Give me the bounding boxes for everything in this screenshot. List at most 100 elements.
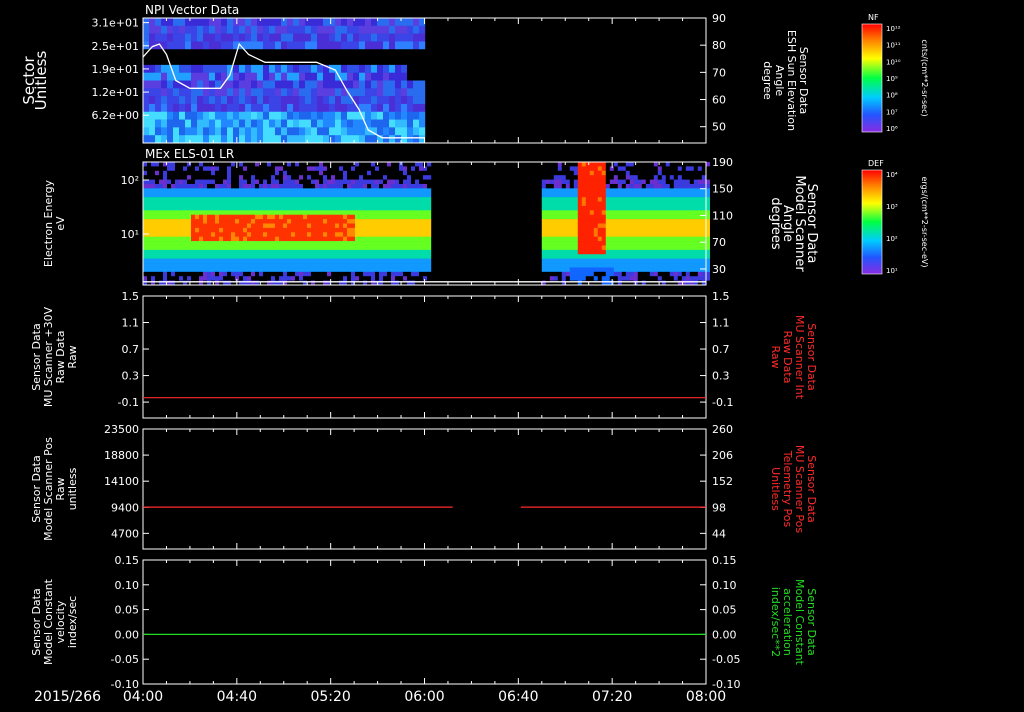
heatmap-cell xyxy=(211,276,216,281)
heatmap-cell xyxy=(245,111,252,120)
heatmap-cell xyxy=(585,179,590,185)
heatmap-cell xyxy=(561,205,566,211)
heatmap-cell xyxy=(697,223,702,229)
heatmap-cell xyxy=(299,183,304,189)
heatmap-cell xyxy=(271,236,276,242)
heatmap-cell xyxy=(331,271,336,277)
date-label: 2015/266 xyxy=(34,689,101,705)
heatmap-cell xyxy=(275,33,282,42)
heatmap-cell xyxy=(281,127,288,136)
heatmap-cell xyxy=(427,223,432,229)
heatmap-cell xyxy=(251,276,256,281)
heatmap-cell xyxy=(323,267,328,273)
heatmap-cell xyxy=(167,18,174,27)
heatmap-cell xyxy=(363,263,368,268)
heatmap-cell xyxy=(637,219,642,224)
heatmap-cell xyxy=(601,227,606,233)
heatmap-cell xyxy=(339,263,344,268)
heatmap-cell xyxy=(557,236,562,242)
heatmap-cell xyxy=(565,183,570,189)
heatmap-cell xyxy=(601,276,606,281)
heatmap-cell xyxy=(199,205,204,211)
heatmap-cell xyxy=(187,271,192,277)
heatmap-cell xyxy=(299,236,304,242)
heatmap-cell xyxy=(271,241,276,246)
heatmap-cell xyxy=(235,254,240,259)
heatmap-cell xyxy=(685,219,690,224)
heatmap-cell xyxy=(391,179,396,185)
heatmap-cell xyxy=(593,263,598,268)
heatmap-cell xyxy=(295,219,300,224)
heatmap-cell xyxy=(311,162,316,167)
heatmap-cell xyxy=(327,263,332,268)
heatmap-cell xyxy=(247,201,252,207)
heatmap-cell xyxy=(377,103,384,113)
heatmap-cell xyxy=(315,241,320,246)
heatmap-cell xyxy=(315,183,320,189)
heatmap-cell xyxy=(371,254,376,259)
heatmap-cell xyxy=(163,188,168,194)
heatmap-cell xyxy=(143,214,148,220)
heatmap-cell xyxy=(673,166,678,172)
heatmap-cell xyxy=(557,170,562,176)
heatmap-cell xyxy=(221,80,228,89)
heatmap-cell xyxy=(645,227,650,233)
heatmap-cell xyxy=(649,236,654,242)
heatmap-cell xyxy=(383,179,388,185)
heatmap-cell xyxy=(665,223,670,229)
heatmap-cell xyxy=(621,219,626,224)
heatmap-cell xyxy=(415,170,420,176)
heatmap-cell xyxy=(271,254,276,259)
heatmap-cell xyxy=(173,25,180,34)
heatmap-cell xyxy=(383,33,390,42)
heatmap-cell xyxy=(219,232,224,237)
heatmap-cell xyxy=(697,232,702,237)
heatmap-cell xyxy=(365,57,372,66)
heatmap-cell xyxy=(147,210,152,216)
heatmap-cell xyxy=(155,103,162,113)
heatmap-cell xyxy=(311,96,318,105)
heatmap-cell xyxy=(263,271,268,277)
heatmap-cell xyxy=(167,175,172,180)
heatmap-cell xyxy=(263,88,270,97)
heatmap-cell xyxy=(227,254,232,259)
heatmap-cell xyxy=(557,258,562,264)
heatmap-cell xyxy=(155,162,160,167)
heatmap-cell xyxy=(223,241,228,246)
heatmap-cell xyxy=(411,245,416,251)
heatmap-cell xyxy=(413,88,420,97)
heatmap-cell xyxy=(151,210,156,216)
heatmap-cell xyxy=(589,192,594,198)
heatmap-cell xyxy=(263,41,270,50)
heatmap-cell xyxy=(179,111,186,120)
heatmap-cell xyxy=(295,227,300,233)
heatmap-cell xyxy=(155,276,160,281)
heatmap-cell xyxy=(657,219,662,224)
heatmap-cell xyxy=(419,201,424,207)
heatmap-cell xyxy=(203,254,208,259)
heatmap-cell xyxy=(685,192,690,198)
heatmap-cell xyxy=(677,170,682,176)
heatmap-cell xyxy=(641,183,646,189)
heatmap-cell xyxy=(209,119,216,128)
heatmap-cell xyxy=(371,249,376,255)
heatmap-cell xyxy=(183,179,188,185)
heatmap-cell xyxy=(151,258,156,264)
heatmap-cell xyxy=(419,64,426,73)
heatmap-cell xyxy=(211,166,216,172)
heatmap-cell xyxy=(183,214,188,220)
heatmap-cell xyxy=(239,245,244,251)
heatmap-cell xyxy=(271,214,276,220)
heatmap-cell xyxy=(355,258,360,264)
heatmap-cell xyxy=(701,197,706,202)
heatmap-cell xyxy=(359,33,366,42)
heatmap-cell xyxy=(383,119,390,128)
heatmap-cell xyxy=(307,201,312,207)
heatmap-cell xyxy=(391,263,396,268)
heatmap-cell xyxy=(411,236,416,242)
heatmap-cell xyxy=(233,33,240,42)
heatmap-cell xyxy=(267,223,272,229)
heatmap-cell xyxy=(593,188,598,194)
heatmap-cell xyxy=(387,205,392,211)
heatmap-cell xyxy=(155,119,162,128)
